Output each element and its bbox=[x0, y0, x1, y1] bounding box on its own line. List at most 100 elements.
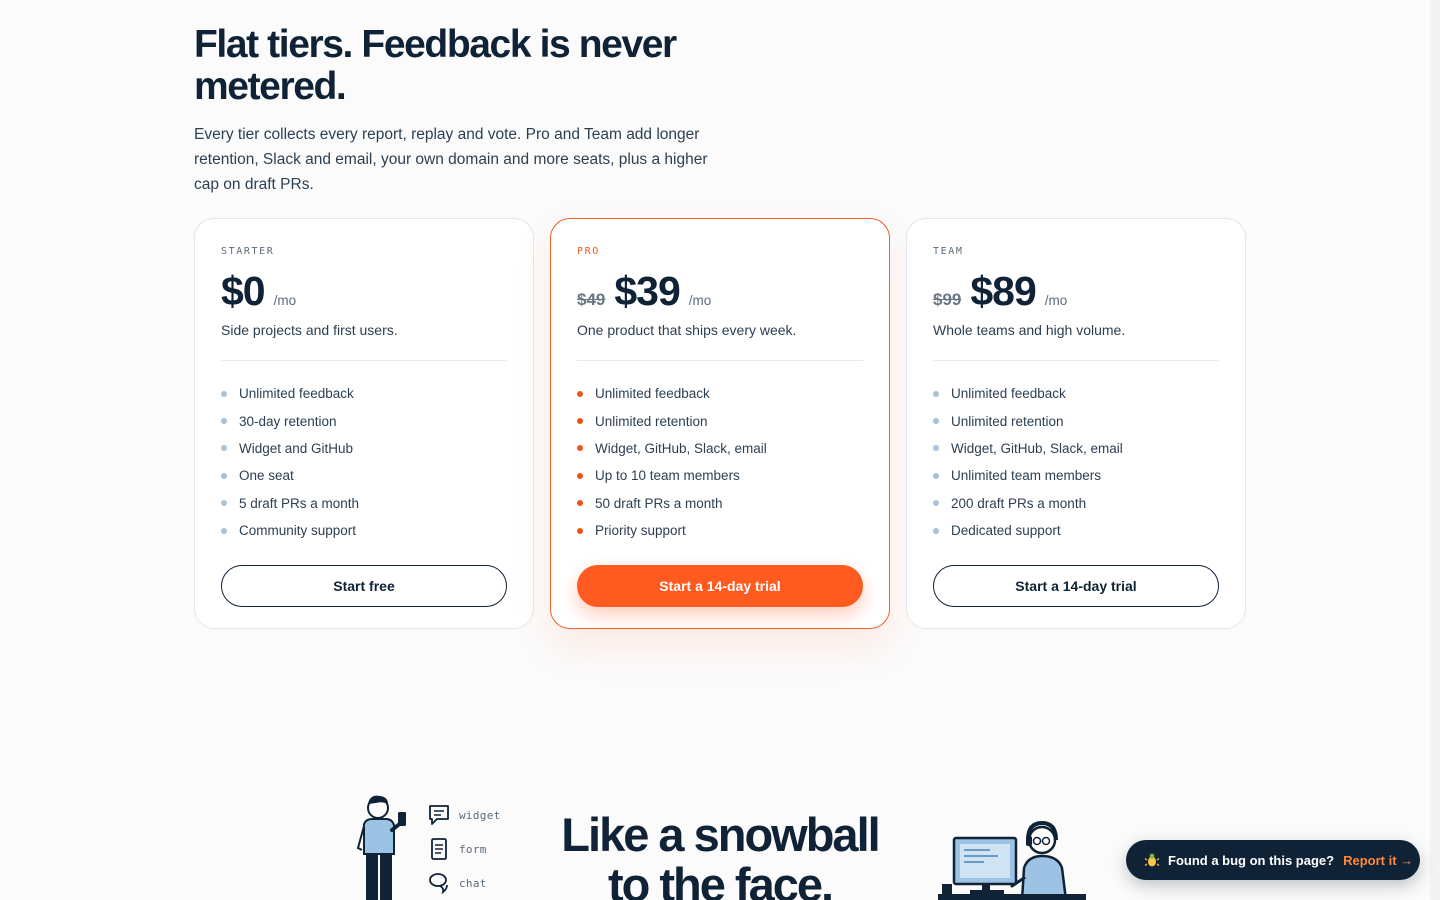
feature-label: Community support bbox=[239, 523, 357, 539]
bullet-dot-icon bbox=[577, 418, 583, 425]
feature-label: Unlimited feedback bbox=[239, 386, 354, 402]
feature-item: Unlimited feedback bbox=[577, 380, 863, 407]
person-with-phone-illustration bbox=[356, 795, 406, 900]
plan-card-team: TEAM $99 $89 /mo Whole teams and high vo… bbox=[906, 218, 1246, 629]
plan-description: Whole teams and high volume. bbox=[933, 322, 1126, 338]
bullet-dot-icon bbox=[933, 500, 939, 507]
feature-label: One seat bbox=[239, 468, 294, 484]
plan-period: /mo bbox=[1044, 293, 1068, 308]
feature-label: Unlimited feedback bbox=[951, 386, 1066, 402]
plan-price: $89 bbox=[970, 268, 1036, 314]
price-row: $0 /mo bbox=[221, 268, 507, 314]
page-scrollbar[interactable] bbox=[1430, 0, 1440, 900]
price-row: $49 $39 /mo bbox=[577, 268, 863, 314]
plan-description: Side projects and first users. bbox=[221, 322, 398, 338]
plan-period: /mo bbox=[688, 293, 712, 308]
plan-price: $0 bbox=[221, 268, 266, 314]
feature-label: 200 draft PRs a month bbox=[951, 495, 1087, 511]
feature-item: 200 draft PRs a month bbox=[933, 490, 1219, 517]
form-document-icon bbox=[431, 838, 447, 860]
snowball-line-2: to the face. bbox=[607, 858, 834, 900]
pricing-title: Flat tiers. Feedback is never metered. bbox=[194, 23, 677, 108]
bullet-dot-icon bbox=[933, 472, 939, 479]
feature-label: Widget, GitHub, Slack, email bbox=[951, 440, 1123, 456]
feature-item: 50 draft PRs a month bbox=[577, 490, 863, 517]
feature-item: Community support bbox=[221, 517, 507, 544]
bullet-dot-icon bbox=[221, 418, 227, 425]
feature-label: Dedicated support bbox=[951, 523, 1061, 539]
plan-description: One product that ships every week. bbox=[577, 322, 797, 338]
report-it-link[interactable]: Report it → bbox=[1343, 853, 1413, 868]
feature-label: 50 draft PRs a month bbox=[595, 495, 723, 511]
bullet-dot-icon bbox=[221, 445, 227, 452]
price-row: $99 $89 /mo bbox=[933, 268, 1219, 314]
bullet-dot-icon bbox=[221, 390, 227, 397]
divider bbox=[221, 360, 507, 361]
plan-tier: STARTER bbox=[221, 246, 275, 257]
feature-list: Unlimited feedback 30-day retention Widg… bbox=[221, 380, 507, 544]
feature-item: Priority support bbox=[577, 517, 863, 544]
feature-item: Unlimited feedback bbox=[933, 380, 1219, 407]
feature-item: 5 draft PRs a month bbox=[221, 490, 507, 517]
feature-item: Widget, GitHub, Slack, email bbox=[577, 435, 863, 462]
divider bbox=[577, 360, 863, 361]
report-prompt-text: Found a bug on this page? bbox=[1168, 852, 1335, 868]
feature-list: Unlimited feedback Unlimited retention W… bbox=[933, 380, 1219, 544]
channel-form: form bbox=[428, 832, 501, 866]
feature-list: Unlimited feedback Unlimited retention W… bbox=[577, 380, 863, 544]
feature-item: One seat bbox=[221, 462, 507, 489]
feature-label: Unlimited retention bbox=[595, 413, 708, 429]
start-trial-button-pro[interactable]: Start a 14-day trial bbox=[577, 565, 863, 608]
channel-label: widget bbox=[459, 808, 501, 822]
feature-label: Widget, GitHub, Slack, email bbox=[595, 440, 767, 456]
bullet-dot-icon bbox=[933, 390, 939, 397]
feature-label: Unlimited retention bbox=[951, 413, 1064, 429]
plan-card-pro: PRO $49 $39 /mo One product that ships e… bbox=[550, 218, 890, 629]
feature-item: Unlimited retention bbox=[577, 407, 863, 434]
chat-bubbles-icon bbox=[429, 873, 448, 895]
channel-chat: chat bbox=[428, 866, 501, 900]
plan-tier: PRO bbox=[577, 246, 600, 257]
channel-list: widget form chat bbox=[428, 798, 501, 900]
bullet-dot-icon bbox=[577, 390, 583, 397]
start-free-button[interactable]: Start free bbox=[221, 565, 507, 608]
feature-item: Dedicated support bbox=[933, 517, 1219, 544]
bullet-dot-icon bbox=[577, 527, 583, 534]
feature-label: Unlimited team members bbox=[951, 468, 1102, 484]
bullet-dot-icon bbox=[577, 445, 583, 452]
channel-label: chat bbox=[459, 876, 487, 890]
plan-old-price: $49 bbox=[577, 290, 606, 309]
bullet-dot-icon bbox=[577, 472, 583, 479]
feature-label: Unlimited feedback bbox=[595, 386, 710, 402]
plan-card-starter: STARTER $0 /mo Side projects and first u… bbox=[194, 218, 534, 629]
plan-period: /mo bbox=[273, 293, 297, 308]
speech-bubble-icon bbox=[429, 805, 449, 825]
bullet-dot-icon bbox=[933, 445, 939, 452]
pricing-header: Flat tiers. Feedback is never metered. E… bbox=[194, 24, 714, 197]
channel-label: form bbox=[459, 842, 487, 856]
feature-item: Unlimited team members bbox=[933, 462, 1219, 489]
bullet-dot-icon bbox=[577, 500, 583, 507]
feature-label: Widget and GitHub bbox=[239, 440, 354, 456]
feature-item: Up to 10 team members bbox=[577, 462, 863, 489]
bullet-dot-icon bbox=[221, 472, 227, 479]
channel-widget: widget bbox=[428, 798, 501, 832]
bullet-dot-icon bbox=[221, 527, 227, 534]
feature-item: 30-day retention bbox=[221, 407, 507, 434]
feature-label: Up to 10 team members bbox=[595, 468, 740, 484]
bullet-dot-icon bbox=[221, 500, 227, 507]
bug-report-pill[interactable]: Found a bug on this page? Report it → bbox=[1126, 840, 1420, 880]
start-trial-button-team[interactable]: Start a 14-day trial bbox=[933, 565, 1219, 608]
divider bbox=[933, 360, 1219, 361]
plan-old-price: $99 bbox=[933, 290, 962, 309]
snowball-heading: Like a snowball to the face. bbox=[540, 810, 900, 900]
feature-label: Priority support bbox=[595, 523, 686, 539]
feature-label: 30-day retention bbox=[239, 413, 337, 429]
feature-item: Unlimited feedback bbox=[221, 380, 507, 407]
feature-item: Unlimited retention bbox=[933, 407, 1219, 434]
plan-tier: TEAM bbox=[933, 246, 964, 257]
bug-icon bbox=[1144, 853, 1160, 867]
bullet-dot-icon bbox=[933, 418, 939, 425]
snowball-line-1: Like a snowball bbox=[561, 808, 880, 861]
bullet-dot-icon bbox=[933, 527, 939, 534]
